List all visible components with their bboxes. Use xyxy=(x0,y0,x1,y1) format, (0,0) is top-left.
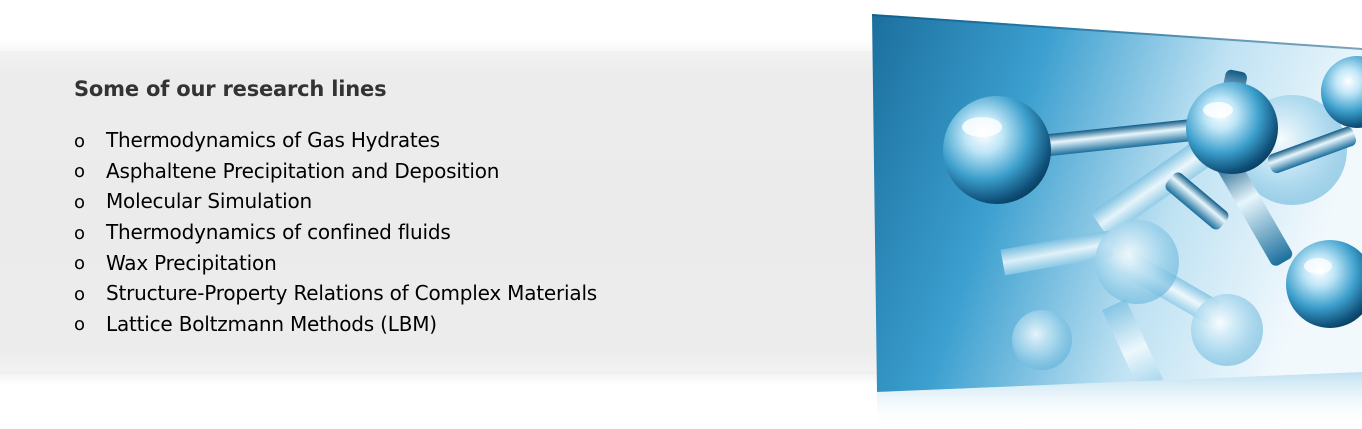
list-item: o Lattice Boltzmann Methods (LBM) xyxy=(74,309,597,340)
list-item: o Thermodynamics of Gas Hydrates xyxy=(74,125,597,156)
bullet-icon: o xyxy=(74,130,86,152)
list-item-label: Wax Precipitation xyxy=(106,250,277,275)
bullet-icon: o xyxy=(74,253,86,275)
list-item-label: Thermodynamics of confined fluids xyxy=(106,220,451,245)
list-item-label: Structure-Property Relations of Complex … xyxy=(106,281,598,306)
list-item: o Wax Precipitation xyxy=(74,247,597,278)
list-item: o Structure-Property Relations of Comple… xyxy=(74,278,597,309)
list-item-label: Asphaltene Precipitation and Deposition xyxy=(106,158,500,183)
bullet-icon: o xyxy=(74,222,86,244)
bullet-icon: o xyxy=(74,314,86,336)
list-item: o Thermodynamics of confined fluids xyxy=(74,217,597,248)
list-item-label: Molecular Simulation xyxy=(106,189,312,214)
bullet-icon: o xyxy=(74,191,86,213)
section-title: Some of our research lines xyxy=(74,77,387,101)
molecule-image xyxy=(872,0,1362,429)
bullet-icon: o xyxy=(74,161,86,183)
list-item: o Molecular Simulation xyxy=(74,186,597,217)
bullet-icon: o xyxy=(74,283,86,305)
list-item: o Asphaltene Precipitation and Depositio… xyxy=(74,156,597,187)
research-lines-list: o Thermodynamics of Gas Hydrates o Aspha… xyxy=(74,125,597,339)
list-item-label: Lattice Boltzmann Methods (LBM) xyxy=(106,311,437,336)
slide: Some of our research lines o Thermodynam… xyxy=(0,0,1362,429)
band-fade-bottom xyxy=(0,372,900,386)
list-item-label: Thermodynamics of Gas Hydrates xyxy=(106,128,440,153)
